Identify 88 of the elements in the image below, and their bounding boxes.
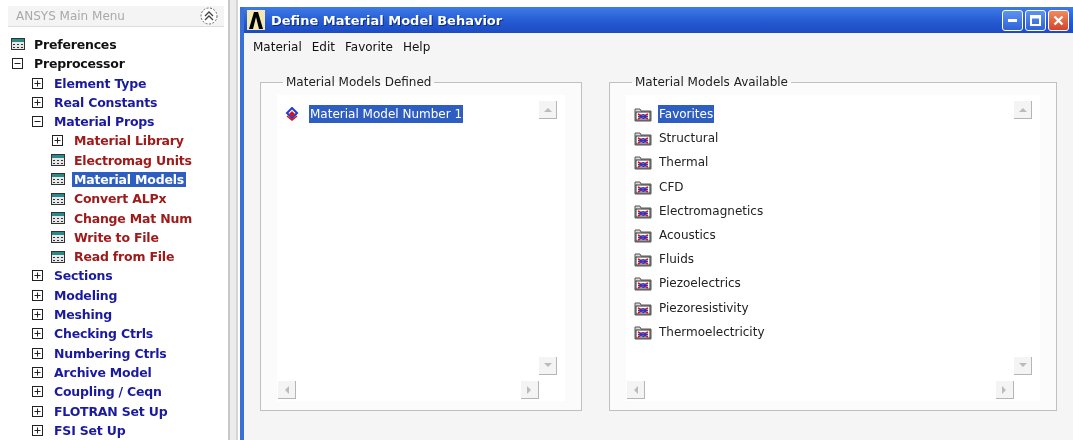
tree-item[interactable]: Write to File <box>72 229 161 245</box>
tree-item[interactable]: Real Constants <box>52 94 160 110</box>
close-button[interactable] <box>1048 9 1069 31</box>
folder-icon <box>634 299 652 316</box>
menu-item[interactable]: Favorite <box>340 37 398 57</box>
folder-icon <box>634 202 652 219</box>
expand-icon[interactable] <box>32 289 43 301</box>
folder-icon <box>634 178 652 195</box>
tree-item[interactable]: Preferences <box>32 36 119 52</box>
folder-icon <box>634 251 652 268</box>
tree-item[interactable]: Modeling <box>52 287 120 303</box>
window-title: Define Material Model Behavior <box>271 12 504 28</box>
calculator-icon <box>51 250 65 263</box>
tree-item[interactable]: Coupling / Ceqn <box>52 384 164 400</box>
list-item[interactable]: Piezoresistivity <box>658 298 750 317</box>
folder-icon <box>634 154 652 171</box>
down-arrow-icon <box>1018 363 1027 368</box>
tree-item[interactable]: Convert ALPx <box>72 191 169 207</box>
tree-item[interactable]: Element Type <box>52 75 149 91</box>
expand-icon[interactable] <box>32 309 43 321</box>
folder-icon <box>634 323 652 340</box>
expand-icon[interactable] <box>32 347 43 359</box>
right-arrow-icon <box>1002 385 1007 394</box>
tree-item[interactable]: Material Props <box>52 114 157 130</box>
calculator-icon <box>51 231 65 244</box>
list-item[interactable]: Fluids <box>658 250 696 269</box>
expand-icon[interactable] <box>32 386 43 398</box>
expand-icon[interactable] <box>32 328 43 340</box>
maximize-button[interactable] <box>1025 9 1046 31</box>
expand-icon[interactable] <box>52 135 63 147</box>
calculator-icon <box>51 173 65 186</box>
list-item[interactable]: Thermal <box>658 153 710 172</box>
tree-item[interactable]: Material Models <box>72 172 187 187</box>
right-arrow-icon <box>527 385 532 394</box>
list-item[interactable]: CFD <box>658 177 685 196</box>
expand-icon[interactable] <box>32 270 43 282</box>
left-arrow-icon <box>633 385 638 394</box>
list-item[interactable]: Thermoelectricity <box>658 322 766 341</box>
menu-item[interactable]: Help <box>397 37 436 57</box>
minimize-icon <box>1008 18 1017 22</box>
app-logo-icon <box>247 10 265 30</box>
close-icon <box>1053 14 1064 26</box>
collapse-icon[interactable] <box>12 58 23 70</box>
list-item[interactable]: Piezoelectrics <box>658 274 742 293</box>
calculator-icon <box>51 192 65 205</box>
calculator-icon <box>11 38 25 51</box>
list-item[interactable]: Electromagnetics <box>658 201 765 220</box>
left-arrow-icon <box>284 385 289 394</box>
tree-item[interactable]: Material Library <box>72 133 186 149</box>
tree-item[interactable]: Read from File <box>72 249 177 265</box>
folder-icon <box>634 130 652 147</box>
tree-item[interactable]: Electromag Units <box>72 152 194 168</box>
folder-icon <box>634 275 652 292</box>
menu-item[interactable]: Material <box>248 37 307 57</box>
expand-icon[interactable] <box>32 77 43 89</box>
maximize-icon <box>1030 14 1041 26</box>
tree-item[interactable]: FSI Set Up <box>52 422 128 438</box>
calculator-icon <box>51 154 65 167</box>
expand-icon[interactable] <box>32 405 43 417</box>
expand-icon[interactable] <box>32 366 43 378</box>
diamond-icon <box>285 107 299 122</box>
tree-item[interactable]: Meshing <box>52 307 114 323</box>
up-arrow-icon <box>543 107 552 112</box>
tree-item[interactable]: FLOTRAN Set Up <box>52 403 170 419</box>
folder-icon <box>634 227 652 244</box>
tree-item[interactable]: Preprocessor <box>32 56 127 72</box>
list-item[interactable]: Structural <box>658 129 720 148</box>
group-label: Material Models Available <box>634 75 789 89</box>
calculator-icon <box>51 212 65 225</box>
list-item[interactable]: Material Model Number 1 <box>309 105 464 124</box>
list-item[interactable]: Favorites <box>658 105 715 124</box>
expand-icon[interactable] <box>32 96 43 108</box>
tree-item[interactable]: Sections <box>52 268 115 284</box>
collapse-icon[interactable] <box>200 6 218 25</box>
tree-item[interactable]: Change Mat Num <box>72 210 194 226</box>
group-label: Material Models Defined <box>285 75 433 89</box>
expand-icon[interactable] <box>32 424 43 436</box>
menu-title: ANSYS Main Menu <box>16 8 125 23</box>
collapse-icon[interactable] <box>32 116 43 128</box>
down-arrow-icon <box>543 363 552 368</box>
tree-item[interactable]: Numbering Ctrls <box>52 345 169 361</box>
folder-icon <box>634 106 652 123</box>
tree-item[interactable]: Checking Ctrls <box>52 326 155 342</box>
up-arrow-icon <box>1018 107 1027 112</box>
menu-item[interactable]: Edit <box>306 37 340 57</box>
list-item[interactable]: Acoustics <box>658 226 717 245</box>
tree-item[interactable]: Archive Model <box>52 364 154 380</box>
minimize-button[interactable] <box>1002 9 1023 31</box>
